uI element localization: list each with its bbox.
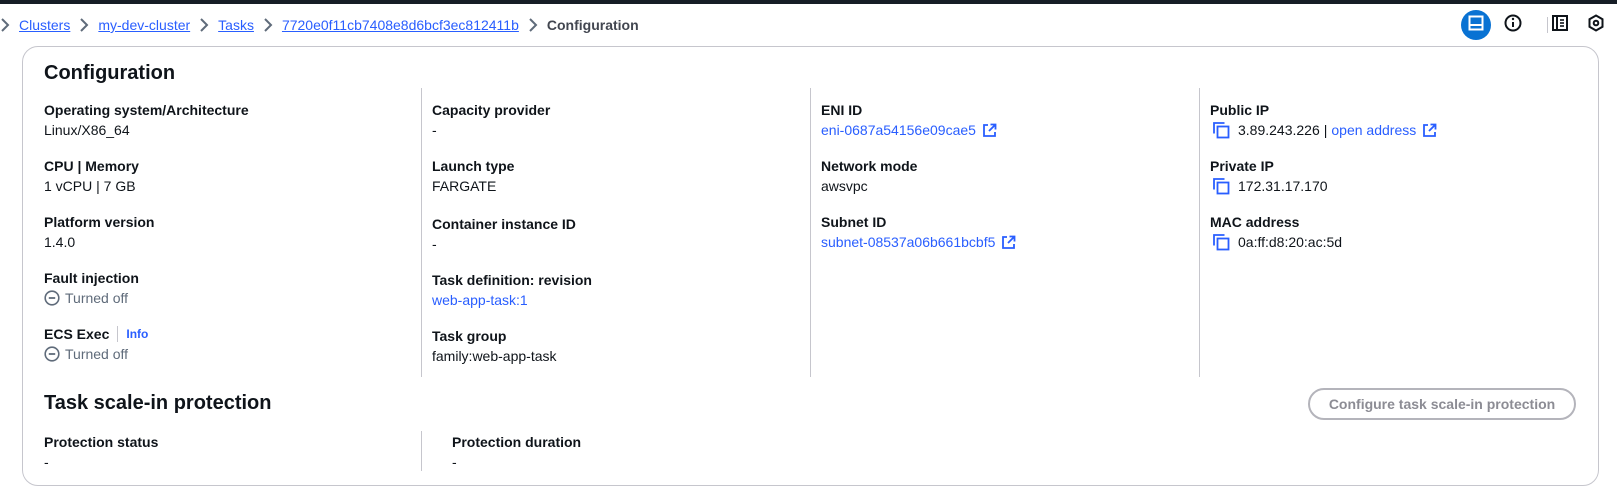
protection-status: Protection status - [44,432,158,472]
top-bar [0,0,1617,4]
public-ip-value: 3.89.243.226 [1238,122,1320,138]
private-ip-label: Private IP [1210,158,1274,174]
protection-duration-value: - [452,454,457,470]
breadcrumb-clusters[interactable]: Clusters [19,17,70,33]
container-instance-value: - [432,236,437,252]
network-mode-label: Network mode [821,158,918,174]
copy-icon[interactable] [1212,177,1230,195]
column-divider [810,88,811,377]
breadcrumb-current: Configuration [546,17,639,33]
fault-injection-status: Turned off [44,288,139,308]
breadcrumb-tasks[interactable]: Tasks [218,17,254,33]
chevron-right-icon [0,18,19,32]
ecs-exec-info-link[interactable]: Info [126,324,148,344]
task-definition-link[interactable]: web-app-task:1 [432,290,528,310]
external-link-icon[interactable] [982,123,997,138]
subnet-id-label: Subnet ID [821,214,887,230]
column-divider [421,431,422,471]
chevron-right-icon [519,18,547,32]
private-ip-value: 172.31.17.170 [1238,178,1328,194]
chevron-right-icon [190,18,218,32]
task-group-value: family:web-app-task [432,348,557,364]
cpu-memory-label: CPU | Memory [44,158,139,174]
public-ip-label: Public IP [1210,102,1270,118]
capacity-provider-label: Capacity provider [432,102,551,118]
ecs-exec-status: Turned off [44,344,148,364]
notes-icon [1551,14,1569,37]
network-mode-value: awsvpc [821,178,868,194]
container-instance-label: Container instance ID [432,216,576,232]
ecs-exec-label-row: ECS Exec Info [44,324,148,344]
configuration-title: Configuration [44,62,176,84]
protection-status-value: - [44,454,49,470]
ecs-exec-value: Turned off [65,346,129,362]
settings-button[interactable] [1581,10,1611,40]
public-ip-separator: | [1323,122,1328,138]
external-link-icon[interactable] [1001,235,1016,250]
column-divider [1199,88,1200,377]
eni-id-link[interactable]: eni-0687a54156e09cae5 [821,120,976,140]
copy-icon[interactable] [1212,121,1230,139]
protection-duration-label: Protection duration [452,434,582,450]
fault-injection-value: Turned off [65,290,129,306]
notes-button[interactable] [1545,10,1575,40]
cpu-memory-value: 1 vCPU | 7 GB [44,178,136,194]
configure-scale-in-button[interactable]: Configure task scale-in protection [1308,388,1576,420]
toolbar-icons [1437,10,1617,40]
chevron-right-icon [254,18,282,32]
platform-version-label: Platform version [44,214,155,230]
breadcrumb-cluster[interactable]: my-dev-cluster [98,17,190,33]
os-value: Linux/X86_64 [44,122,130,138]
task-definition-label: Task definition: revision [432,272,592,288]
os-label: Operating system/Architecture [44,102,249,118]
mac-address-label: MAC address [1210,214,1300,230]
split-panel-icon [1468,15,1484,36]
breadcrumb-task-id[interactable]: 7720e0f11cb7408e8d6bcf3ec812411b [282,17,519,33]
info-divider [117,326,119,342]
external-link-icon[interactable] [1422,123,1437,138]
split-panel-button[interactable] [1461,10,1491,40]
copy-icon[interactable] [1212,233,1230,251]
breadcrumb: Clusters my-dev-cluster Tasks 7720e0f11c… [0,14,639,36]
mac-address-value: 0a:ff:d8:20:ac:5d [1238,234,1343,250]
status-stopped-icon [44,346,60,362]
platform-version-value: 1.4.0 [44,234,76,250]
protection-status-label: Protection status [44,434,159,450]
ecs-exec-label: ECS Exec [44,326,110,342]
column-divider [421,88,422,377]
info-button[interactable] [1498,10,1528,40]
chevron-right-icon [70,18,98,32]
open-address-link[interactable]: open address [1331,120,1416,140]
fault-injection-label: Fault injection [44,270,139,286]
settings-icon [1587,13,1605,37]
status-stopped-icon [44,290,60,306]
launch-type-value: FARGATE [432,178,497,194]
eni-id-label: ENI ID [821,102,863,118]
capacity-provider-value: - [432,122,437,138]
subnet-id-link[interactable]: subnet-08537a06b661bcbf5 [821,232,995,252]
scale-in-title: Task scale-in protection [44,392,272,414]
protection-duration: Protection duration - [452,432,581,472]
launch-type-label: Launch type [432,158,515,174]
info-icon [1504,14,1522,37]
task-group-label: Task group [432,328,507,344]
